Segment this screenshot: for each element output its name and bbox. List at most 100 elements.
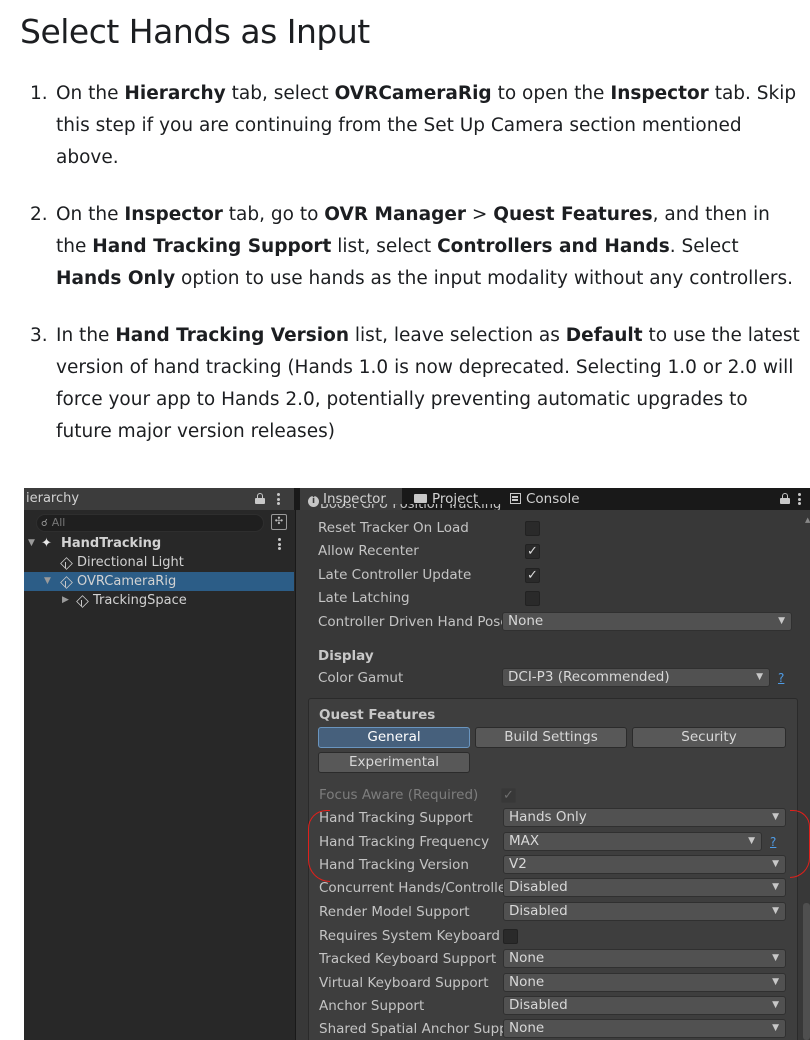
concurrent-hands-dropdown[interactable]: Disabled ▼ [503,878,786,897]
prop-controller-driven-hand-poses-label: Controller Driven Hand Poses [318,614,502,630]
anchor-support-dropdown[interactable]: Disabled ▼ [503,996,786,1015]
tab-console[interactable]: Console [508,488,580,510]
hierarchy-item-ovrcamerarig[interactable]: ▼ OVRCameraRig [24,572,294,591]
tab-build-settings[interactable]: Build Settings [475,727,627,748]
lock-icon[interactable] [780,493,790,504]
step-bold-term: Inspector [124,204,223,225]
late-latching-checkbox[interactable] [525,591,540,606]
step-text-segment: . Select [669,236,739,257]
step-1: 1. On the Hierarchy tab, select OVRCamer… [30,78,800,174]
prop-hand-tracking-support-label: Hand Tracking Support [319,810,473,826]
collapse-arrow-icon[interactable]: ▶ [62,591,69,610]
cutoff-property-label: Boost GPU Position Tracking [320,504,501,510]
step-text: On the Hierarchy tab, select OVRCameraRi… [56,83,796,168]
prop-allow-recenter-label: Allow Recenter [318,543,419,559]
hierarchy-item-label: TrackingSpace [93,593,187,608]
chevron-down-icon: ▼ [778,616,785,626]
step-bold-term: Hand Tracking Version [115,325,350,346]
steps-list: 1. On the Hierarchy tab, select OVRCamer… [30,78,800,473]
hand-tracking-frequency-help-link[interactable]: ? [770,833,776,852]
step-text-segment: list, select [331,236,438,257]
step-text-segment: tab, go to [222,204,325,225]
add-object-button[interactable]: ✣ [271,514,287,530]
expand-arrow-icon[interactable]: ▼ [28,534,35,553]
hierarchy-search-input[interactable]: ☌ All [36,514,264,532]
chevron-down-icon: ▼ [748,836,755,846]
chevron-down-icon: ▼ [772,1000,779,1010]
hierarchy-item-label: OVRCameraRig [77,574,177,589]
dropdown-value: None [509,1020,545,1036]
step-text-segment: On the [56,204,125,225]
step-bold-term: OVR Manager [324,204,466,225]
hierarchy-item-label: HandTracking [61,536,162,551]
red-annotation-left-bracket [308,810,330,882]
step-3: 3. In the Hand Tracking Version list, le… [30,320,800,448]
expand-arrow-icon[interactable]: ▼ [44,572,51,591]
scroll-up-icon[interactable]: ▲ [805,516,810,524]
hand-tracking-frequency-dropdown[interactable]: MAX ▼ [503,832,762,851]
chevron-down-icon: ▼ [772,906,779,916]
focus-aware-checkbox: ✓ [501,788,516,803]
hierarchy-tabbar: ierarchy [24,488,295,510]
hand-tracking-support-dropdown[interactable]: Hands Only ▼ [503,808,786,827]
more-options-icon[interactable] [277,493,281,505]
hierarchy-panel: ierarchy ☌ All ✣ ▼ ✦ HandTracking Directi… [24,488,296,1040]
requires-system-keyboard-checkbox[interactable] [503,929,518,944]
dropdown-value: V2 [509,856,527,872]
render-model-support-dropdown[interactable]: Disabled ▼ [503,902,786,921]
tab-experimental[interactable]: Experimental [318,752,470,773]
late-controller-update-checkbox[interactable]: ✓ [525,568,540,583]
inspector-scrollbar[interactable] [803,903,810,1040]
prop-requires-system-keyboard-label: Requires System Keyboard [319,928,500,944]
info-icon: i [308,496,319,507]
reset-tracker-on-load-checkbox[interactable] [525,521,540,536]
hierarchy-item-directional-light[interactable]: Directional Light [24,553,294,572]
console-icon [510,493,521,504]
step-bold-term: Hands Only [56,268,176,289]
hierarchy-item-handtracking[interactable]: ▼ ✦ HandTracking [24,534,294,553]
chevron-down-icon: ▼ [772,1023,779,1033]
step-bold-term: Hierarchy [124,83,226,104]
step-number: 3. [30,325,48,346]
allow-recenter-checkbox[interactable]: ✓ [525,544,540,559]
unity-editor-screenshot: ierarchy ☌ All ✣ ▼ ✦ HandTracking Directi… [24,488,810,1040]
prop-late-latching-label: Late Latching [318,590,410,606]
dropdown-value: Disabled [509,903,568,919]
dropdown-value: None [509,950,545,966]
step-bold-term: OVRCameraRig [334,83,492,104]
cube-icon [60,557,72,569]
chevron-down-icon: ▼ [772,882,779,892]
step-text-segment: > [466,204,494,225]
search-icon: ☌ [41,518,48,529]
dropdown-value: Disabled [509,879,568,895]
inspector-panel: iInspector Project Console Boost GPU Pos… [296,488,810,1040]
scene-options-icon[interactable] [278,538,282,550]
color-gamut-help-link[interactable]: ? [778,669,784,688]
color-gamut-dropdown[interactable]: DCI-P3 (Recommended) ▼ [502,668,770,687]
chevron-down-icon: ▼ [772,977,779,987]
dropdown-value: None [509,974,545,990]
tracked-keyboard-support-dropdown[interactable]: None ▼ [503,949,786,968]
tab-hierarchy[interactable]: ierarchy [24,488,294,510]
prop-late-controller-update-label: Late Controller Update [318,567,472,583]
hand-tracking-version-dropdown[interactable]: V2 ▼ [503,855,786,874]
page-title: Select Hands as Input [20,12,370,51]
dropdown-value: MAX [509,833,540,849]
step-text-segment: to open the [491,83,611,104]
red-annotation-right-bracket [790,810,810,878]
prop-focus-aware-label: Focus Aware (Required) [319,787,479,803]
controller-driven-hand-poses-dropdown[interactable]: None ▼ [502,612,792,631]
chevron-down-icon: ▼ [772,953,779,963]
more-options-icon[interactable] [798,493,802,505]
dropdown-value: Hands Only [509,809,587,825]
shared-spatial-anchor-support-dropdown[interactable]: None ▼ [503,1019,786,1038]
chevron-down-icon: ▼ [772,859,779,869]
tab-general[interactable]: General [318,727,470,748]
lock-icon[interactable] [255,493,265,504]
virtual-keyboard-support-dropdown[interactable]: None ▼ [503,973,786,992]
hierarchy-item-trackingspace[interactable]: ▶ TrackingSpace [24,591,294,610]
prop-color-gamut-label: Color Gamut [318,670,404,686]
tab-security[interactable]: Security [632,727,786,748]
step-bold-term: Quest Features [493,204,653,225]
step-number: 1. [30,83,48,104]
